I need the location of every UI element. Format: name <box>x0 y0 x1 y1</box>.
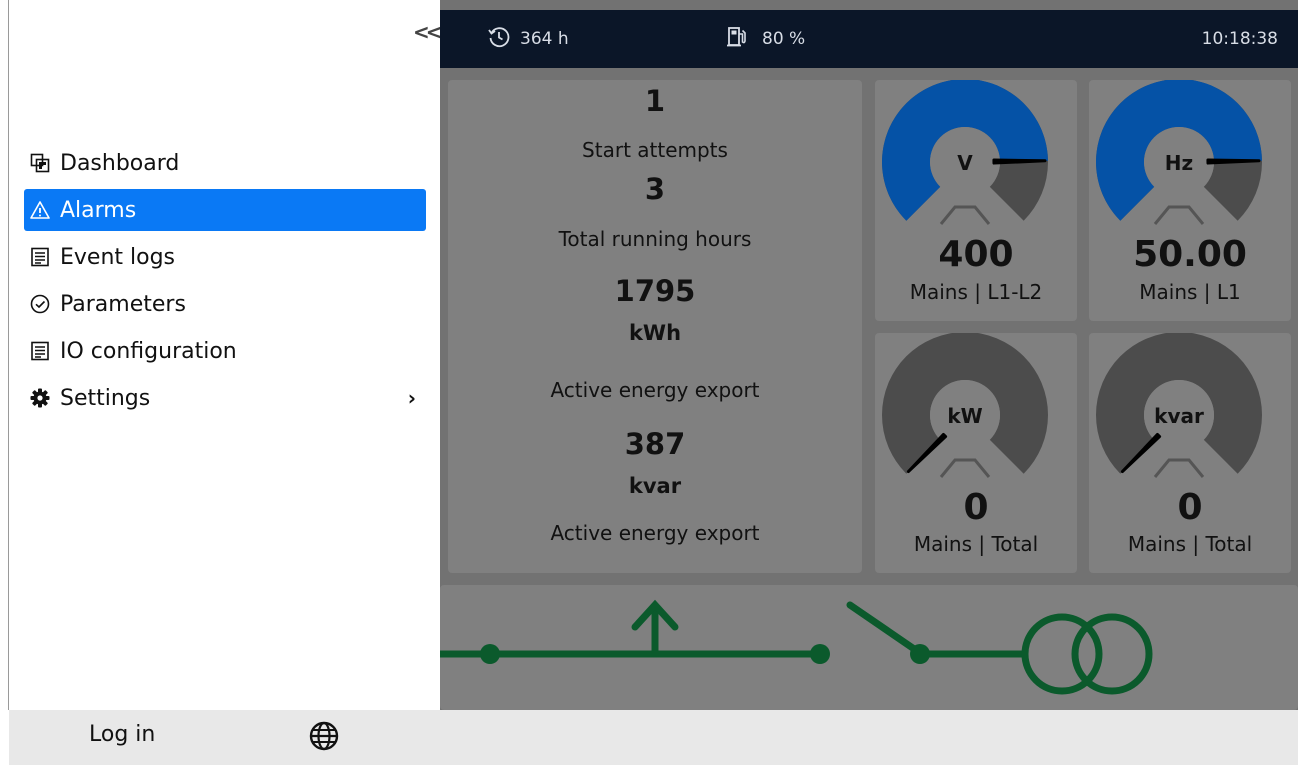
sidebar-item-label: Dashboard <box>60 150 180 176</box>
login-button[interactable]: Log in <box>89 722 155 747</box>
gauge-voltage: V 400 Mains | L1-L2 <box>875 80 1077 321</box>
gauge-bracket <box>939 205 991 225</box>
sidebar-item-dashboard[interactable]: Dashboard <box>24 142 426 184</box>
sidebar-item-label: Event logs <box>60 244 176 270</box>
energy-kvar-value: 387 <box>624 427 686 461</box>
chevron-right-icon: › <box>407 386 416 410</box>
bus-node <box>480 644 500 664</box>
list-icon <box>30 247 60 267</box>
gauge-value: 0 <box>1177 487 1203 528</box>
energy-kwh-label: Active energy export <box>550 378 760 402</box>
gauge-unit: kW <box>947 404 982 428</box>
energy-kwh-unit: kWh <box>628 321 682 345</box>
breaker-switch <box>846 601 924 657</box>
gauge-unit: kvar <box>1154 404 1204 428</box>
sidebar-item-label: Alarms <box>60 197 137 223</box>
gauge-value: 50.00 <box>1133 234 1247 275</box>
running-hours-label: Total running hours <box>558 227 752 251</box>
energy-kvar-unit: kvar <box>628 474 682 498</box>
gear-icon <box>30 388 60 408</box>
single-line-diagram <box>436 585 1298 710</box>
clock: 10:18:38 <box>1202 10 1278 68</box>
sidebar-item-io-configuration[interactable]: IO configuration <box>24 330 426 372</box>
gauge-source: Mains | Total <box>913 532 1039 556</box>
running-hours-status: 364 h <box>488 10 569 68</box>
gauge-value: 400 <box>938 234 1014 275</box>
breaker-node-left <box>810 644 830 664</box>
gauge-value: 0 <box>963 487 989 528</box>
sidebar-item-event-logs[interactable]: Event logs <box>24 236 426 278</box>
gauge-frequency: Hz 50.00 Mains | L1 <box>1089 80 1291 321</box>
fuel-value: 80 % <box>762 29 806 49</box>
check-circle-icon <box>30 294 60 314</box>
fuel-icon <box>726 26 748 53</box>
gauge-source: Mains | L1-L2 <box>909 280 1043 304</box>
gauge-dial: Hz <box>1096 80 1262 225</box>
gauge-dial: kW <box>882 333 1048 478</box>
start-attempts-value: 1 <box>644 84 666 118</box>
gauge-source: Mains | L1 <box>1139 280 1241 304</box>
sidebar-item-label: IO configuration <box>60 338 237 364</box>
gauge-bracket <box>1153 458 1205 478</box>
gauge-dial: V <box>882 80 1048 225</box>
gauge-active-power: kW 0 Mains | Total <box>875 333 1077 573</box>
list-icon <box>30 341 60 361</box>
breaker-node-right <box>910 644 930 664</box>
gauge-bracket <box>939 458 991 478</box>
footer-bar: Log in <box>9 710 1298 765</box>
transformer-coil-right <box>1071 613 1153 695</box>
statistics-card: 1 Start attempts 3 Total running hours 1… <box>448 80 862 573</box>
start-attempts-label: Start attempts <box>582 138 728 162</box>
energy-kwh-value: 1795 <box>614 274 696 308</box>
main-panel: 364 h 80 % 10:18:38 1 Start attempts 3 T… <box>436 0 1298 710</box>
sidebar-item-parameters[interactable]: Parameters <box>24 283 426 325</box>
dashboard-icon <box>30 153 60 173</box>
running-hours-value: 3 <box>644 172 666 206</box>
hours-value: 364 h <box>520 29 569 49</box>
timer-icon <box>488 26 510 53</box>
collapse-sidebar-button[interactable]: << <box>413 20 442 44</box>
energy-kvar-label: Active energy export <box>550 521 760 545</box>
warning-icon <box>30 200 60 220</box>
gauge-bracket <box>1153 205 1205 225</box>
gauge-unit: V <box>957 151 973 175</box>
fuel-status: 80 % <box>726 10 805 68</box>
sidebar-nav: Dashboard Alarms Event logs Parameters I… <box>24 142 426 424</box>
sidebar-item-label: Settings <box>60 385 151 411</box>
gauge-dial: kvar <box>1096 333 1262 478</box>
gauge-reactive-power: kvar 0 Mains | Total <box>1089 333 1291 573</box>
sidebar: << Dashboard Alarms Event logs Parameter… <box>9 0 442 710</box>
clock-time: 10:18:38 <box>1201 29 1278 49</box>
gauge-unit: Hz <box>1165 151 1193 175</box>
sidebar-item-alarms[interactable]: Alarms <box>24 189 426 231</box>
sidebar-item-settings[interactable]: Settings › <box>24 377 426 419</box>
globe-icon[interactable] <box>309 721 339 755</box>
status-bar: 364 h 80 % 10:18:38 <box>440 10 1298 68</box>
gauge-source: Mains | Total <box>1127 532 1253 556</box>
sidebar-item-label: Parameters <box>60 291 186 317</box>
